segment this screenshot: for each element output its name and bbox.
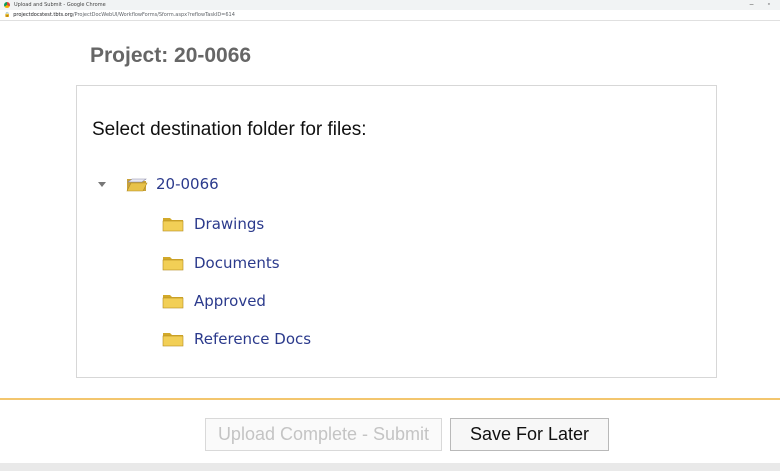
lock-icon[interactable]: 🔒 [4, 12, 10, 18]
open-folder-icon [126, 178, 148, 192]
tree-item-drawings[interactable]: Drawings [162, 214, 264, 234]
folder-prompt: Select destination folder for files: [92, 119, 367, 140]
tree-item-reference-docs[interactable]: Reference Docs [162, 329, 311, 349]
expand-caret-icon[interactable] [98, 181, 106, 187]
window-controls: – ▫ [750, 1, 770, 8]
tree-item-label[interactable]: Approved [194, 292, 266, 310]
folder-icon [162, 333, 184, 347]
tree-root-label[interactable]: 20-0066 [156, 175, 219, 193]
tree-item-documents[interactable]: Documents [162, 253, 280, 273]
tree-item-label[interactable]: Documents [194, 254, 280, 272]
section-divider [0, 398, 780, 400]
folder-icon [162, 218, 184, 232]
chrome-logo-icon [4, 2, 10, 8]
tree-item-label[interactable]: Drawings [194, 215, 264, 233]
address-bar[interactable]: 🔒 projectdocstest.tbts.org/ProjectDocWeb… [0, 10, 780, 21]
restore-icon[interactable]: ▫ [768, 1, 770, 8]
upload-complete-submit-button[interactable]: Upload Complete - Submit [205, 418, 442, 451]
folder-icon [162, 295, 184, 309]
page-title: Project: 20-0066 [90, 44, 252, 67]
tree-root-node[interactable]: 20-0066 [98, 174, 219, 194]
browser-titlebar: Upload and Submit - Google Chrome – ▫ [0, 0, 780, 10]
url-text[interactable]: projectdocstest.tbts.org/ProjectDocWebUI… [13, 12, 235, 18]
tree-item-label[interactable]: Reference Docs [194, 330, 311, 348]
folder-icon [162, 257, 184, 271]
tree-item-approved[interactable]: Approved [162, 291, 266, 311]
bottom-scroll-strip [0, 463, 780, 471]
minimize-icon[interactable]: – [750, 1, 754, 8]
window-title: Upload and Submit - Google Chrome [14, 2, 106, 8]
save-for-later-button[interactable]: Save For Later [450, 418, 609, 451]
